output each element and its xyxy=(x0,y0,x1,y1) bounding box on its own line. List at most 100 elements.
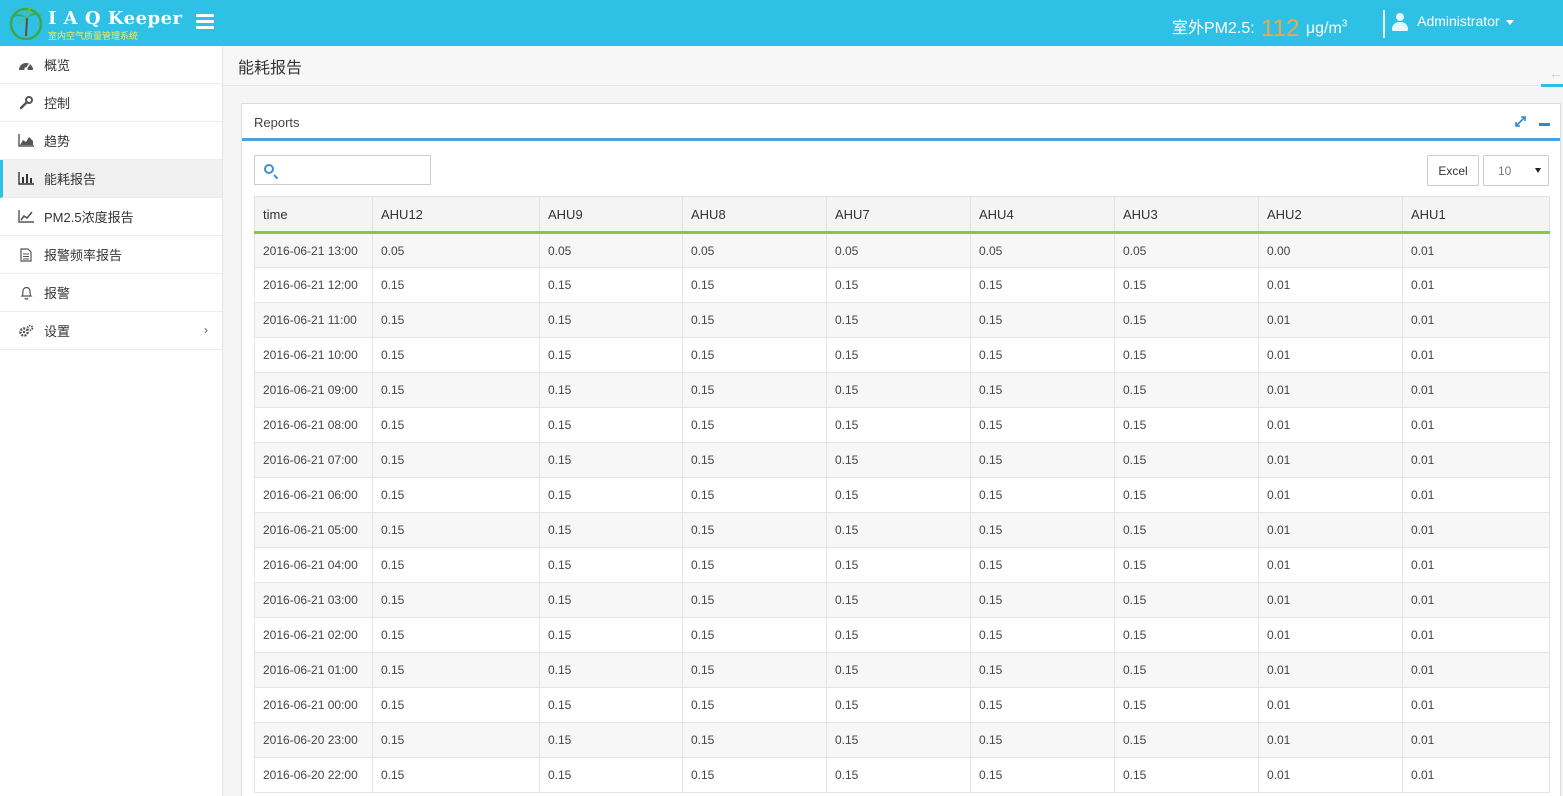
table-cell: 0.15 xyxy=(372,722,540,758)
sidebar-item-energy-report[interactable]: 能耗报告 xyxy=(0,160,222,198)
side-panel-toggle[interactable]: ← xyxy=(1541,59,1563,89)
table-cell: 0.15 xyxy=(682,722,827,758)
sidebar-item-alarm[interactable]: 报警 xyxy=(0,274,222,312)
table-cell: 2016-06-21 10:00 xyxy=(254,337,373,373)
sidebar-item-pm25-report[interactable]: PM2.5浓度报告 xyxy=(0,198,222,236)
table-row[interactable]: 2016-06-21 05:00 0.15 0.15 0.15 0.15 0.15 0.15… xyxy=(254,512,1550,548)
chevron-right-icon: › xyxy=(204,323,208,337)
table-row[interactable]: 2016-06-21 09:00 0.15 0.15 0.15 0.15 0.15 0.15… xyxy=(254,372,1550,408)
table-cell: 0.15 xyxy=(970,722,1115,758)
table-cell: 0.15 xyxy=(539,547,683,583)
table-cell: 0.01 xyxy=(1402,442,1550,478)
table-row[interactable]: 2016-06-21 07:00 0.15 0.15 0.15 0.15 0.15 0.15… xyxy=(254,442,1550,478)
document-icon xyxy=(18,247,34,263)
table-row[interactable]: 2016-06-21 08:00 0.15 0.15 0.15 0.15 0.15 0.15… xyxy=(254,407,1550,443)
column-header-ahu12[interactable]: AHU12 xyxy=(372,196,540,234)
table-cell: 0.15 xyxy=(826,477,971,513)
column-header-ahu3[interactable]: AHU3 xyxy=(1114,196,1259,234)
column-header-ahu7[interactable]: AHU7 xyxy=(826,196,971,234)
user-icon xyxy=(1392,13,1408,32)
table-row[interactable]: 2016-06-21 10:00 0.15 0.15 0.15 0.15 0.15 0.15… xyxy=(254,337,1550,373)
table-cell: 0.01 xyxy=(1258,582,1403,618)
table-row[interactable]: 2016-06-21 06:00 0.15 0.15 0.15 0.15 0.15 0.15… xyxy=(254,477,1550,513)
table-row[interactable]: 2016-06-20 23:00 0.15 0.15 0.15 0.15 0.15 0.15… xyxy=(254,722,1550,758)
table-cell: 0.15 xyxy=(970,407,1115,443)
table-cell: 0.15 xyxy=(1114,687,1259,723)
table-cell: 0.15 xyxy=(970,617,1115,653)
arrow-left-icon: ← xyxy=(1549,65,1563,81)
column-header-time[interactable]: time xyxy=(254,196,373,234)
sidebar-item-overview[interactable]: 概览 xyxy=(0,46,222,84)
table-cell: 0.15 xyxy=(539,267,683,303)
bell-icon xyxy=(18,285,34,301)
table-row[interactable]: 2016-06-21 01:00 0.15 0.15 0.15 0.15 0.15 0.15… xyxy=(254,652,1550,688)
table-cell: 0.15 xyxy=(372,582,540,618)
column-header-ahu4[interactable]: AHU4 xyxy=(970,196,1115,234)
table-cell: 0.15 xyxy=(682,302,827,338)
table-row[interactable]: 2016-06-21 03:00 0.15 0.15 0.15 0.15 0.15 0.15… xyxy=(254,582,1550,618)
table-cell: 0.05 xyxy=(372,232,540,268)
table-cell: 0.15 xyxy=(372,617,540,653)
table-cell: 0.15 xyxy=(372,477,540,513)
table-cell: 0.01 xyxy=(1258,477,1403,513)
table-row[interactable]: 2016-06-21 11:00 0.15 0.15 0.15 0.15 0.15 0.15… xyxy=(254,302,1550,338)
table-row[interactable]: 2016-06-21 13:00 0.05 0.05 0.05 0.05 0.05 0.05… xyxy=(254,232,1550,268)
table-row[interactable]: 2016-06-21 04:00 0.15 0.15 0.15 0.15 0.15 0.15… xyxy=(254,547,1550,583)
table-cell: 0.01 xyxy=(1402,512,1550,548)
table-cell: 2016-06-21 07:00 xyxy=(254,442,373,478)
table-cell: 0.01 xyxy=(1402,547,1550,583)
expand-icon[interactable] xyxy=(1514,115,1527,131)
table-row[interactable]: 2016-06-21 00:00 0.15 0.15 0.15 0.15 0.15 0.15… xyxy=(254,687,1550,723)
outdoor-pm25-label: 室外PM2.5: xyxy=(1172,20,1255,37)
table-cell: 0.15 xyxy=(372,407,540,443)
column-header-ahu1[interactable]: AHU1 xyxy=(1402,196,1550,234)
sidebar-item-settings[interactable]: 设置 › xyxy=(0,312,222,350)
sidebar-item-label: 趋势 xyxy=(44,134,71,149)
user-menu[interactable]: Administrator xyxy=(1392,13,1515,32)
logo-subtitle: 室内空气质量管理系统 xyxy=(48,31,139,41)
search-input[interactable] xyxy=(283,160,423,180)
table-row[interactable]: 2016-06-21 02:00 0.15 0.15 0.15 0.15 0.15 0.15… xyxy=(254,617,1550,653)
sidebar-item-trend[interactable]: 趋势 xyxy=(0,122,222,160)
column-header-ahu2[interactable]: AHU2 xyxy=(1258,196,1403,234)
table-cell: 0.15 xyxy=(539,372,683,408)
sidebar: 概览 控制 趋势 能耗报告 PM2.5浓度报告 报警频率报告 报警 设置 › xyxy=(0,46,223,796)
table-cell: 0.15 xyxy=(1114,652,1259,688)
table-cell: 0.15 xyxy=(1114,302,1259,338)
table-cell: 0.15 xyxy=(372,337,540,373)
table-cell: 0.01 xyxy=(1402,617,1550,653)
column-header-ahu9[interactable]: AHU9 xyxy=(539,196,683,234)
table-cell: 0.15 xyxy=(682,512,827,548)
sidebar-item-control[interactable]: 控制 xyxy=(0,84,222,122)
table-cell: 0.15 xyxy=(682,337,827,373)
table-cell: 0.05 xyxy=(682,232,827,268)
table-cell: 0.15 xyxy=(970,512,1115,548)
excel-export-button[interactable]: Excel xyxy=(1427,155,1479,186)
table-cell: 0.15 xyxy=(1114,407,1259,443)
column-header-ahu8[interactable]: AHU8 xyxy=(682,196,827,234)
table-cell: 0.15 xyxy=(1114,442,1259,478)
sidebar-item-label: 设置 xyxy=(44,324,71,339)
page-size-select[interactable]: 10 xyxy=(1483,155,1549,186)
table-cell: 0.15 xyxy=(682,477,827,513)
table-cell: 0.05 xyxy=(970,232,1115,268)
table-cell: 2016-06-20 22:00 xyxy=(254,757,373,793)
menu-toggle-icon[interactable] xyxy=(196,14,214,30)
table-cell: 2016-06-21 03:00 xyxy=(254,582,373,618)
reports-table: time AHU12 AHU9 AHU8 AHU7 AHU4 AHU3 AHU2 AHU1 20… xyxy=(254,196,1550,793)
table-row[interactable]: 2016-06-21 12:00 0.15 0.15 0.15 0.15 0.15 0.15… xyxy=(254,267,1550,303)
bar-chart-icon xyxy=(18,171,34,187)
sidebar-item-alarm-frequency-report[interactable]: 报警频率报告 xyxy=(0,236,222,274)
table-cell: 0.01 xyxy=(1258,267,1403,303)
app-logo[interactable]: I A Q Keeper 室内空气质量管理系统 xyxy=(8,4,183,42)
minimize-icon[interactable] xyxy=(1539,122,1550,126)
table-cell: 0.15 xyxy=(1114,582,1259,618)
table-cell: 0.15 xyxy=(970,442,1115,478)
table-cell: 0.15 xyxy=(539,617,683,653)
table-row[interactable]: 2016-06-20 22:00 0.15 0.15 0.15 0.15 0.15 0.15… xyxy=(254,757,1550,793)
panel-header: Reports xyxy=(242,104,1560,141)
search-field[interactable] xyxy=(254,155,431,185)
table-cell: 0.01 xyxy=(1402,232,1550,268)
caret-down-icon xyxy=(1535,168,1541,173)
table-cell: 0.15 xyxy=(682,547,827,583)
